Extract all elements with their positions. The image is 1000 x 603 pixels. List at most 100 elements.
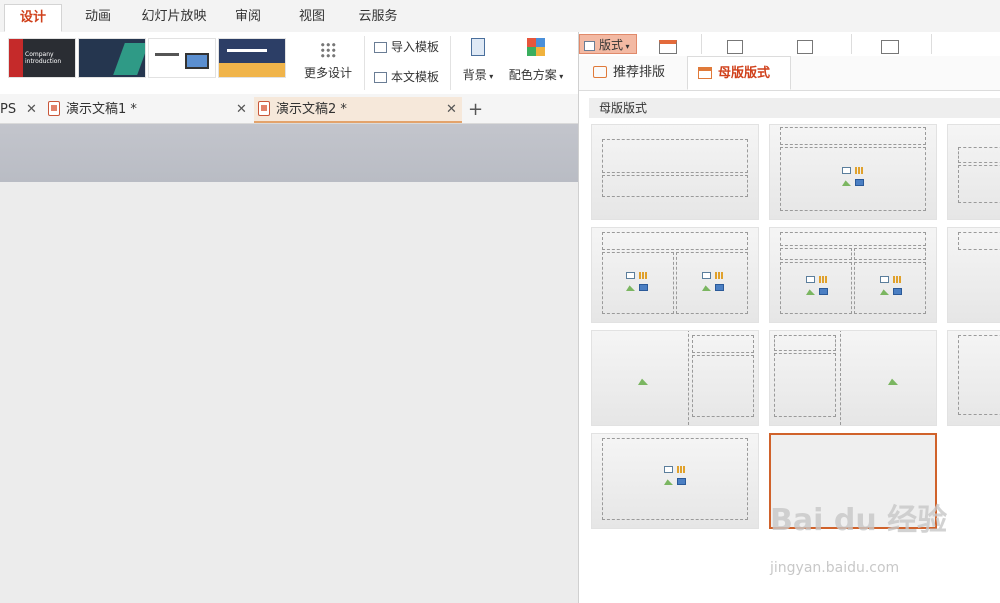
import-template-button[interactable]: 导入模板 [374,38,439,55]
tab-document-1-label: 演示文稿1 * [66,102,137,117]
close-icon[interactable]: ✕ [26,97,37,123]
panel-ribbon-strip: 版式 ▾ [579,32,1000,57]
ribbon-separator [364,36,365,90]
text-placeholder [958,165,1000,203]
text-placeholder [692,355,754,417]
content-insert-icon [842,167,866,189]
tab-document-2-label: 演示文稿2 * [276,102,347,117]
tab-slideshow[interactable]: 幻灯片放映 [134,4,214,32]
design-ribbon: Company introduction 更多设计 导入模板 本文模板 背景 ▾… [0,32,578,94]
copy-icon[interactable] [797,40,813,54]
thumbs-up-icon [593,66,607,78]
layout-content-only[interactable] [591,433,759,529]
layout-dropdown-label: 版式 [599,38,624,52]
tab-wps-label: PS [0,102,17,117]
template-icon [374,72,387,83]
ribbon-separator [701,34,702,54]
title-placeholder [780,232,926,246]
menu-bar: 设计 动画 幻灯片放映 审阅 视图 云服务 [0,0,1000,33]
layout-two-content[interactable] [591,227,759,323]
picture-icon [638,378,648,385]
master-layout-icon [698,67,712,79]
tab-design[interactable]: 设计 [4,4,62,32]
slide-area-header [0,124,578,182]
section-title: 母版版式 [589,98,1000,118]
tab-master-layout[interactable]: 母版版式 [687,56,791,90]
tab-document-1[interactable]: 演示文稿1 * ✕ [46,97,252,123]
tab-master-label: 母版版式 [718,66,771,81]
content-insert-icon [626,272,650,294]
picture-icon [888,378,898,385]
template-thumb-1[interactable]: Company introduction [8,38,76,78]
layout-comparison[interactable] [769,227,937,323]
document-tab-bar: PS ✕ 演示文稿1 * ✕ 演示文稿2 * ✕ + [0,94,578,124]
content-insert-icon [806,276,830,298]
divider-placeholder [840,331,841,425]
tab-recommended-layout[interactable]: 推荐排版 [587,56,683,90]
text-placeholder [774,353,836,417]
title-placeholder [602,139,748,173]
dropdown-arrow-icon: ▾ [623,42,630,51]
slide-workspace[interactable] [0,182,578,603]
title-placeholder [958,147,1000,163]
content-insert-icon [880,276,904,298]
more-design-button[interactable]: 更多设计 [298,42,358,81]
template-thumb-3[interactable] [148,38,216,78]
document-icon[interactable] [727,40,743,54]
layout-title-only[interactable] [947,227,1000,323]
tab-recommended-label: 推荐排版 [613,65,666,80]
slide-icon[interactable] [659,40,677,54]
layout-content-caption[interactable] [769,330,937,426]
tab-animation[interactable]: 动画 [74,4,122,32]
import-template-label: 导入模板 [391,40,440,54]
palette-icon [527,38,545,56]
template-thumb-4[interactable] [218,38,286,78]
title-placeholder [774,335,836,351]
divider-placeholder [688,331,689,425]
text-template-label: 本文模板 [391,70,440,84]
presentation-icon [48,101,60,116]
ribbon-separator [851,34,852,54]
subtitle-placeholder [602,175,748,197]
title-placeholder [692,335,754,353]
tab-view[interactable]: 视图 [290,4,334,32]
panel-tabs: 推荐排版 母版版式 [579,56,1000,91]
close-icon[interactable]: ✕ [236,97,247,123]
layout-picture-caption[interactable] [591,330,759,426]
content-insert-icon [664,466,688,488]
title-placeholder [958,232,1000,250]
more-design-label: 更多设计 [303,66,352,80]
dropdown-arrow-icon: ▾ [486,72,494,81]
content-insert-icon [702,272,726,294]
ribbon-separator [450,36,451,90]
text-placeholder [958,335,1000,415]
ribbon-separator [931,34,932,54]
layout-section-header[interactable] [947,124,1000,220]
background-button[interactable]: 背景 ▾ [458,38,498,83]
layout-title-content[interactable] [769,124,937,220]
tab-review[interactable]: 审阅 [226,4,270,32]
template-icon [374,42,387,53]
template-thumb-2[interactable] [78,38,146,78]
grid-icon [320,42,336,58]
color-scheme-button[interactable]: 配色方案 ▾ [502,38,570,83]
tab-cloud-service[interactable]: 云服务 [350,4,406,32]
tab-wps[interactable]: PS ✕ [0,97,40,123]
close-icon[interactable]: ✕ [446,97,457,123]
presentation-icon [258,101,270,116]
color-scheme-label: 配色方案 [508,68,557,82]
watermark-url: jingyan.baidu.com [770,560,900,576]
heading-placeholder [780,248,852,260]
layout-title[interactable] [591,124,759,220]
tab-document-2[interactable]: 演示文稿2 * ✕ [254,97,462,123]
layout-dropdown-button[interactable]: 版式 ▾ [579,34,637,54]
dropdown-arrow-icon: ▾ [556,72,564,81]
thumb-text: Company introduction [25,51,62,65]
text-template-button[interactable]: 本文模板 [374,68,439,85]
new-tab-button[interactable]: + [468,97,488,123]
heading-placeholder [854,248,926,260]
baidu-watermark: Bai du 经验 [770,503,948,538]
layout-vertical-text[interactable] [947,330,1000,426]
tools-icon[interactable] [881,40,899,54]
layout-icon [584,41,595,51]
